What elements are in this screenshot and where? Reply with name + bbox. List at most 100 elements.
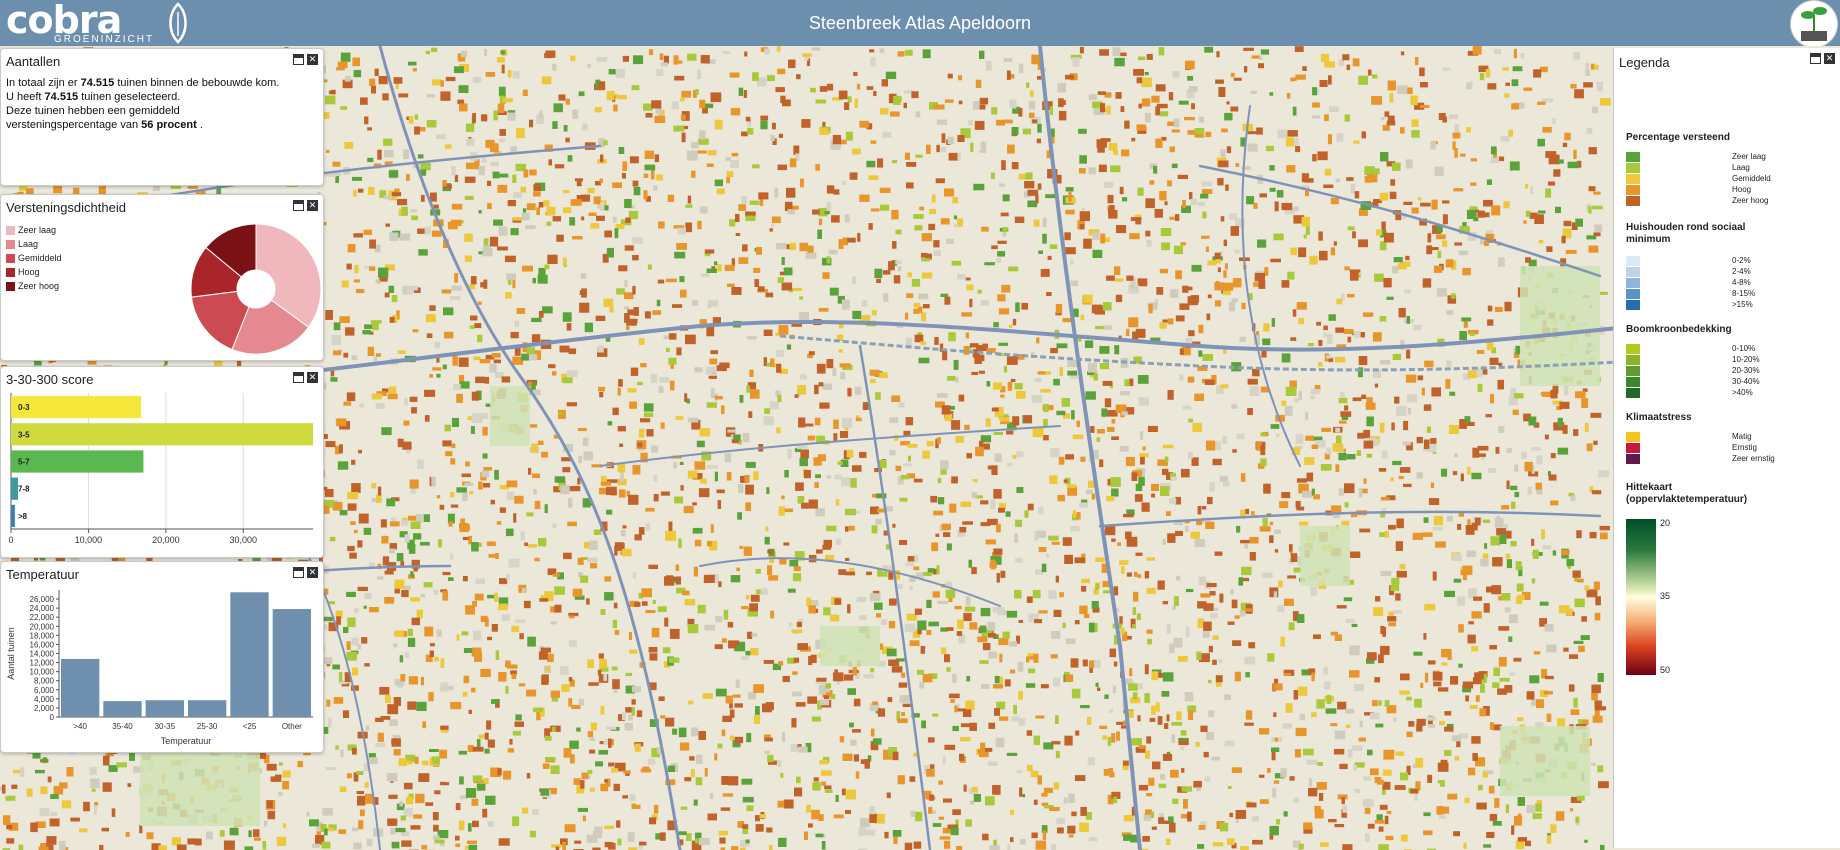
bar-25-30[interactable] bbox=[188, 700, 227, 717]
legenda-title: Legenda bbox=[1619, 55, 1670, 70]
legend-label: 4-8% bbox=[1732, 278, 1751, 287]
legend-swatch bbox=[1626, 174, 1640, 184]
versteningsdichtheid-title: Versteningsdichtheid bbox=[6, 200, 126, 215]
legend-swatch bbox=[1626, 196, 1640, 206]
close-icon[interactable]: ✕ bbox=[307, 567, 318, 578]
score-panel: 3-30-300 score ✕ 0 10,000 20,000 30,000 0-3 3… bbox=[0, 366, 324, 558]
minimize-icon[interactable] bbox=[293, 54, 304, 65]
heat-label-bottom: 50 bbox=[1660, 665, 1671, 675]
minimize-icon[interactable] bbox=[293, 372, 304, 383]
panel-controls: ✕ bbox=[1807, 53, 1835, 71]
close-icon[interactable]: ✕ bbox=[307, 372, 318, 383]
y-tick-label: 10,000 bbox=[30, 668, 55, 677]
minimize-icon[interactable] bbox=[1810, 53, 1821, 64]
minimize-icon[interactable] bbox=[293, 200, 304, 211]
legend-label: 0-2% bbox=[1732, 256, 1751, 265]
heat-gradient-bar bbox=[1626, 519, 1656, 675]
x-tick-label: 10,000 bbox=[75, 535, 103, 545]
bar-30-35[interactable] bbox=[145, 700, 184, 717]
legend-label: 20-30% bbox=[1732, 366, 1760, 375]
legend-item: Ernstig bbox=[1626, 443, 1836, 453]
bar-Other[interactable] bbox=[272, 609, 311, 717]
legend-item: >40% bbox=[1626, 388, 1836, 398]
plant-logo-icon[interactable] bbox=[1790, 0, 1838, 48]
plant-icon bbox=[1801, 7, 1827, 41]
legend-label: Matig bbox=[1732, 432, 1752, 441]
legend-item: Hoog bbox=[1626, 185, 1836, 195]
bar-5-7[interactable] bbox=[11, 450, 144, 473]
legend-item: 30-40% bbox=[1626, 377, 1836, 387]
legend-swatch bbox=[1626, 344, 1640, 354]
legend-label: 8-15% bbox=[1732, 289, 1756, 298]
y-tick-label: 16,000 bbox=[30, 640, 55, 649]
avg-percentage-value: 56 procent bbox=[141, 119, 197, 131]
bar->8[interactable] bbox=[11, 504, 15, 527]
legend-item: Laag bbox=[1626, 163, 1836, 173]
x-axis-title: Temperatuur bbox=[161, 736, 212, 746]
legend-swatch bbox=[1626, 300, 1640, 310]
bar-<25[interactable] bbox=[230, 592, 269, 717]
legend-swatch bbox=[1626, 377, 1640, 387]
legend-item: 8-15% bbox=[1626, 289, 1836, 299]
legend-item: Laag bbox=[6, 237, 62, 251]
legend-swatch bbox=[1626, 388, 1640, 398]
legend-item: 0-10% bbox=[1626, 344, 1836, 354]
bar-0-3[interactable] bbox=[11, 396, 142, 419]
x-tick-label: 35-40 bbox=[112, 722, 133, 731]
legend-section-title: Boomkroonbedekking bbox=[1626, 324, 1732, 335]
legend-item: Hoog bbox=[6, 265, 62, 279]
legend-item: Zeer laag bbox=[6, 223, 62, 237]
bar-7-8[interactable] bbox=[11, 477, 18, 500]
legend-label: 0-10% bbox=[1732, 344, 1756, 353]
app-title: Steenbreek Atlas Apeldoorn bbox=[808, 13, 1032, 33]
heat-legend-title: Hittekaart (oppervlaktetemperatuur) bbox=[1626, 482, 1748, 505]
y-tick-label: 24,000 bbox=[30, 604, 55, 613]
legend-item: Zeer hoog bbox=[6, 279, 62, 293]
y-tick-label: 4,000 bbox=[34, 695, 55, 704]
bar-label: 3-5 bbox=[18, 430, 30, 439]
legend-swatch bbox=[1626, 443, 1640, 453]
legend-section-title: Huishouden rond sociaal minimum bbox=[1626, 222, 1746, 245]
legend-item: Gemiddeld bbox=[1626, 174, 1836, 184]
temperatuur-panel: Temperatuur ✕ 0 2,000 4,000 6,000 8,000 10,00… bbox=[0, 561, 324, 753]
legend-label: Zeer ernstig bbox=[1732, 454, 1775, 463]
close-icon[interactable]: ✕ bbox=[307, 200, 318, 211]
aantallen-panel: Aantallen ✕ In totaal zijn er 74.515 tui… bbox=[0, 48, 324, 186]
legend-label: Zeer laag bbox=[18, 225, 57, 235]
y-tick-label: 22,000 bbox=[30, 613, 55, 622]
legend-item: 0-2% bbox=[1626, 256, 1836, 266]
legend-item: Zeer laag bbox=[1626, 152, 1836, 162]
heat-label-top: 20 bbox=[1660, 518, 1671, 528]
legend-swatch bbox=[1626, 289, 1640, 299]
bar-3-5[interactable] bbox=[11, 423, 313, 446]
temperatuur-bar-chart: 02,0004,0006,0008,00010,00012,00014,0001… bbox=[6, 590, 313, 746]
versteningsdichtheid-legend: Zeer laag Laag Gemiddeld Hoog Zeer hoog bbox=[6, 223, 62, 293]
y-tick-label: 2,000 bbox=[34, 704, 55, 713]
legend-swatch bbox=[6, 239, 15, 249]
x-tick-label: Other bbox=[282, 722, 302, 731]
legend-item: 20-30% bbox=[1626, 366, 1836, 376]
minimize-icon[interactable] bbox=[293, 567, 304, 578]
bar-label: 5-7 bbox=[18, 458, 30, 467]
legend-section-title: Klimaatstress bbox=[1626, 412, 1692, 423]
legend-swatch bbox=[6, 281, 15, 291]
bar-label: 7-8 bbox=[18, 485, 30, 494]
y-tick-label: 0 bbox=[50, 713, 55, 722]
legend-swatch bbox=[1626, 432, 1640, 442]
legend-label: Zeer laag bbox=[1732, 152, 1766, 161]
legend-swatch bbox=[1626, 267, 1640, 277]
total-gardens-value: 74.515 bbox=[80, 77, 115, 89]
close-icon[interactable]: ✕ bbox=[307, 54, 318, 65]
y-tick-label: 18,000 bbox=[30, 631, 55, 640]
bar-35-40[interactable] bbox=[103, 701, 142, 717]
legend-label: >40% bbox=[1732, 388, 1753, 397]
x-tick-label: 30,000 bbox=[230, 535, 258, 545]
bar-label: >8 bbox=[18, 512, 28, 521]
legend-label: Zeer hoog bbox=[18, 281, 60, 291]
versteningsdichtheid-pie-chart bbox=[190, 223, 322, 355]
y-tick-label: 20,000 bbox=[30, 622, 55, 631]
close-icon[interactable]: ✕ bbox=[1824, 53, 1835, 64]
bar->40[interactable] bbox=[61, 658, 100, 717]
heat-label-mid: 35 bbox=[1660, 591, 1671, 601]
legend-label: Hoog bbox=[1732, 185, 1752, 194]
